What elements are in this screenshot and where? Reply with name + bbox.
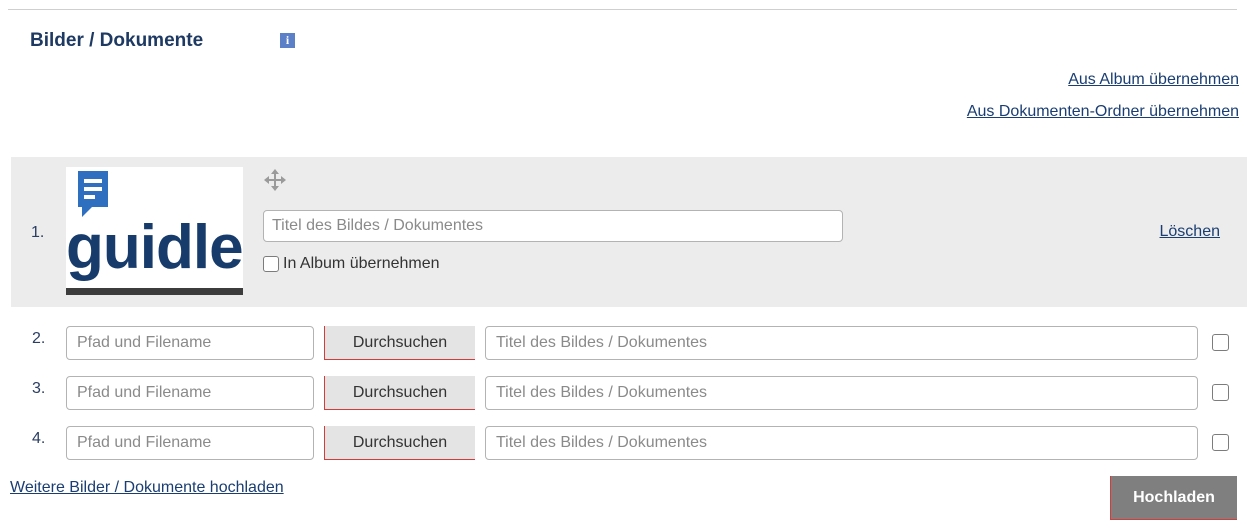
title-input[interactable] xyxy=(485,326,1198,360)
from-documents-link[interactable]: Aus Dokumenten-Ordner übernehmen xyxy=(967,103,1239,121)
title-input[interactable] xyxy=(485,376,1198,410)
delete-link[interactable]: Löschen xyxy=(1160,223,1221,241)
row-checkbox[interactable] xyxy=(1212,334,1229,351)
info-icon[interactable]: i xyxy=(280,33,295,48)
logo-underline xyxy=(66,288,243,295)
upload-row: 2. Durchsuchen xyxy=(0,326,1247,360)
item-number: 1. xyxy=(31,224,45,241)
album-checkbox[interactable] xyxy=(263,256,279,272)
browse-button[interactable]: Durchsuchen xyxy=(324,326,475,360)
album-checkbox-text: In Album übernehmen xyxy=(283,255,440,272)
existing-item-row: 1. guidle In Album übernehmen Löschen xyxy=(11,157,1247,307)
path-input[interactable] xyxy=(66,326,314,360)
top-divider xyxy=(8,9,1237,10)
row-number: 4. xyxy=(32,430,46,447)
more-uploads-link[interactable]: Weitere Bilder / Dokumente hochladen xyxy=(10,479,284,497)
move-icon[interactable] xyxy=(264,169,286,191)
upload-button[interactable]: Hochladen xyxy=(1110,476,1237,520)
from-album-link[interactable]: Aus Album übernehmen xyxy=(1068,71,1239,89)
row-number: 3. xyxy=(32,380,46,397)
title-input[interactable] xyxy=(485,426,1198,460)
path-input[interactable] xyxy=(66,426,314,460)
row-checkbox[interactable] xyxy=(1212,384,1229,401)
album-checkbox-label[interactable]: In Album übernehmen xyxy=(263,255,440,273)
upload-row: 4. Durchsuchen xyxy=(0,426,1247,460)
item-title-input[interactable] xyxy=(263,210,843,242)
row-checkbox[interactable] xyxy=(1212,434,1229,451)
upload-row: 3. Durchsuchen xyxy=(0,376,1247,410)
browse-button[interactable]: Durchsuchen xyxy=(324,426,475,460)
logo-text: guidle xyxy=(66,213,244,282)
path-input[interactable] xyxy=(66,376,314,410)
row-number: 2. xyxy=(32,330,46,347)
section-title: Bilder / Dokumente xyxy=(30,30,204,51)
browse-button[interactable]: Durchsuchen xyxy=(324,376,475,410)
item-thumbnail[interactable]: guidle xyxy=(66,167,244,295)
